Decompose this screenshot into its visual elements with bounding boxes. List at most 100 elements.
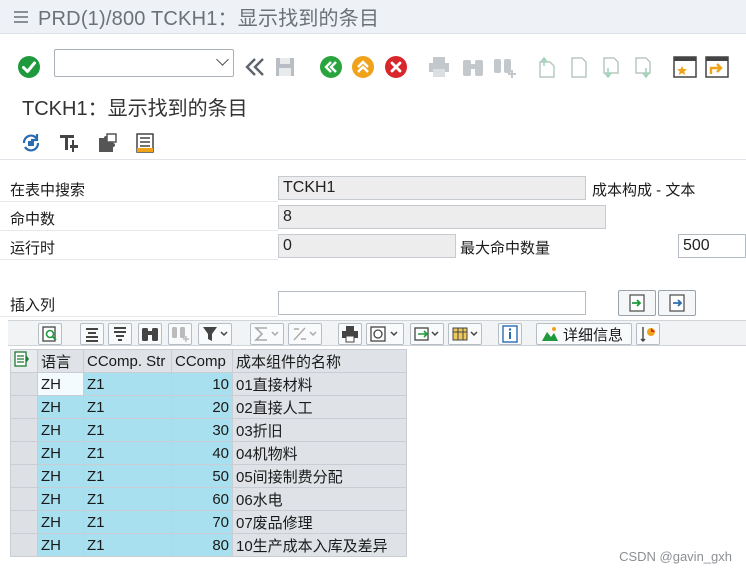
select-fields-button[interactable]: [96, 132, 118, 154]
cell-component-name[interactable]: 02直接人工: [232, 395, 407, 419]
table-row[interactable]: ZH Z1 70 07废品修理: [10, 510, 407, 534]
cell-component-name[interactable]: 01直接材料: [232, 372, 407, 396]
list-button[interactable]: [134, 132, 156, 154]
table-row[interactable]: ZH Z1 50 05间接制费分配: [10, 464, 407, 488]
cell-language[interactable]: ZH: [37, 372, 84, 396]
max-hits-input[interactable]: 500: [678, 234, 746, 258]
cell-ccomp-str[interactable]: Z1: [83, 487, 172, 511]
export-button[interactable]: [410, 323, 444, 345]
row-selector[interactable]: [10, 372, 38, 396]
last-page-icon: [635, 57, 651, 78]
cell-language[interactable]: ZH: [37, 395, 84, 419]
command-field[interactable]: [54, 49, 234, 77]
more-button[interactable]: [636, 323, 660, 345]
generate-shortcut-button[interactable]: [704, 54, 730, 80]
binoculars-plus-icon: [494, 59, 516, 78]
table-row[interactable]: ZH Z1 40 04机物料: [10, 441, 407, 465]
cell-language[interactable]: ZH: [37, 464, 84, 488]
table-row[interactable]: ZH Z1 20 02直接人工: [10, 395, 407, 419]
row-selector[interactable]: [10, 510, 38, 534]
column-header-component-name[interactable]: 成本组件的名称: [232, 349, 407, 373]
row-selector[interactable]: [10, 487, 38, 511]
print-button[interactable]: [426, 54, 452, 80]
first-page-button[interactable]: [536, 54, 558, 80]
find-in-list-button[interactable]: [138, 323, 162, 345]
cell-language[interactable]: ZH: [37, 418, 84, 442]
row-selector[interactable]: [10, 441, 38, 465]
chevron-down-icon[interactable]: [216, 53, 229, 66]
table-settings-button[interactable]: [58, 132, 80, 154]
cell-ccomp[interactable]: 70: [171, 510, 233, 534]
table-row[interactable]: ZH Z1 10 01直接材料: [10, 372, 407, 396]
cell-ccomp[interactable]: 10: [171, 372, 233, 396]
row-selector[interactable]: [10, 533, 38, 557]
cell-language[interactable]: ZH: [37, 510, 84, 534]
cell-component-name[interactable]: 03折旧: [232, 418, 407, 442]
expand-toolbar-button[interactable]: [242, 54, 268, 80]
cell-ccomp-str[interactable]: Z1: [83, 418, 172, 442]
command-input[interactable]: [55, 50, 205, 76]
cell-ccomp[interactable]: 60: [171, 487, 233, 511]
find-button[interactable]: [460, 54, 486, 80]
cell-ccomp-str[interactable]: Z1: [83, 533, 172, 557]
filter-button[interactable]: [198, 323, 232, 345]
insert-column-button[interactable]: [618, 290, 656, 316]
cell-language[interactable]: ZH: [37, 487, 84, 511]
previous-page-button[interactable]: [568, 54, 590, 80]
total-button[interactable]: [250, 323, 284, 345]
column-header-ccomp-str[interactable]: CComp. Str: [83, 349, 172, 373]
runtime-row: 运行时 0 最大命中数量 500: [0, 234, 746, 258]
info-button[interactable]: [498, 323, 522, 345]
cell-ccomp[interactable]: 40: [171, 441, 233, 465]
details-button[interactable]: 详细信息: [536, 323, 632, 345]
cell-component-name[interactable]: 07废品修理: [232, 510, 407, 534]
views-button[interactable]: [366, 323, 404, 345]
sort-ascending-button[interactable]: [80, 323, 104, 345]
insert-column-input[interactable]: [278, 291, 586, 315]
cell-language[interactable]: ZH: [37, 441, 84, 465]
cell-ccomp[interactable]: 20: [171, 395, 233, 419]
menu-icon[interactable]: [14, 10, 28, 23]
table-row[interactable]: ZH Z1 60 06水电: [10, 487, 407, 511]
cell-ccomp[interactable]: 50: [171, 464, 233, 488]
details-view-button[interactable]: [38, 323, 62, 345]
create-session-button[interactable]: [672, 54, 698, 80]
find-next-in-list-button[interactable]: [168, 323, 192, 345]
cell-ccomp-str[interactable]: Z1: [83, 395, 172, 419]
cell-ccomp[interactable]: 80: [171, 533, 233, 557]
table-row[interactable]: ZH Z1 30 03折旧: [10, 418, 407, 442]
cell-language[interactable]: ZH: [37, 533, 84, 557]
cell-ccomp-str[interactable]: Z1: [83, 441, 172, 465]
cell-component-name[interactable]: 05间接制费分配: [232, 464, 407, 488]
back-button[interactable]: [318, 54, 344, 80]
select-all-cell[interactable]: [10, 349, 38, 373]
row-selector[interactable]: [10, 395, 38, 419]
refresh-button[interactable]: [20, 132, 42, 154]
sort-descending-button[interactable]: [108, 323, 132, 345]
column-header-ccomp[interactable]: CComp: [171, 349, 233, 373]
cell-ccomp-str[interactable]: Z1: [83, 510, 172, 534]
row-selector[interactable]: [10, 418, 38, 442]
cell-component-name[interactable]: 10生产成本入库及差异: [232, 533, 407, 557]
last-page-button[interactable]: [632, 54, 654, 80]
cell-ccomp-str[interactable]: Z1: [83, 372, 172, 396]
next-page-button[interactable]: [600, 54, 622, 80]
save-button[interactable]: [272, 54, 298, 80]
cell-component-name[interactable]: 04机物料: [232, 441, 407, 465]
exit-button[interactable]: [350, 54, 376, 80]
cancel-button[interactable]: [383, 54, 409, 80]
cell-ccomp[interactable]: 30: [171, 418, 233, 442]
cell-ccomp-str[interactable]: Z1: [83, 464, 172, 488]
column-header-language[interactable]: 语言: [37, 349, 84, 373]
find-next-button[interactable]: [492, 54, 518, 80]
subtotal-button[interactable]: [288, 323, 322, 345]
print-list-button[interactable]: [338, 323, 362, 345]
enter-button[interactable]: [16, 54, 42, 80]
table-row[interactable]: ZH Z1 80 10生产成本入库及差异: [10, 533, 407, 557]
layout-button[interactable]: [448, 323, 482, 345]
subtotal-icon: [293, 327, 317, 341]
page-title: TCKH1：显示找到的条目: [22, 98, 248, 120]
row-selector[interactable]: [10, 464, 38, 488]
cell-component-name[interactable]: 06水电: [232, 487, 407, 511]
remove-column-button[interactable]: [658, 290, 696, 316]
